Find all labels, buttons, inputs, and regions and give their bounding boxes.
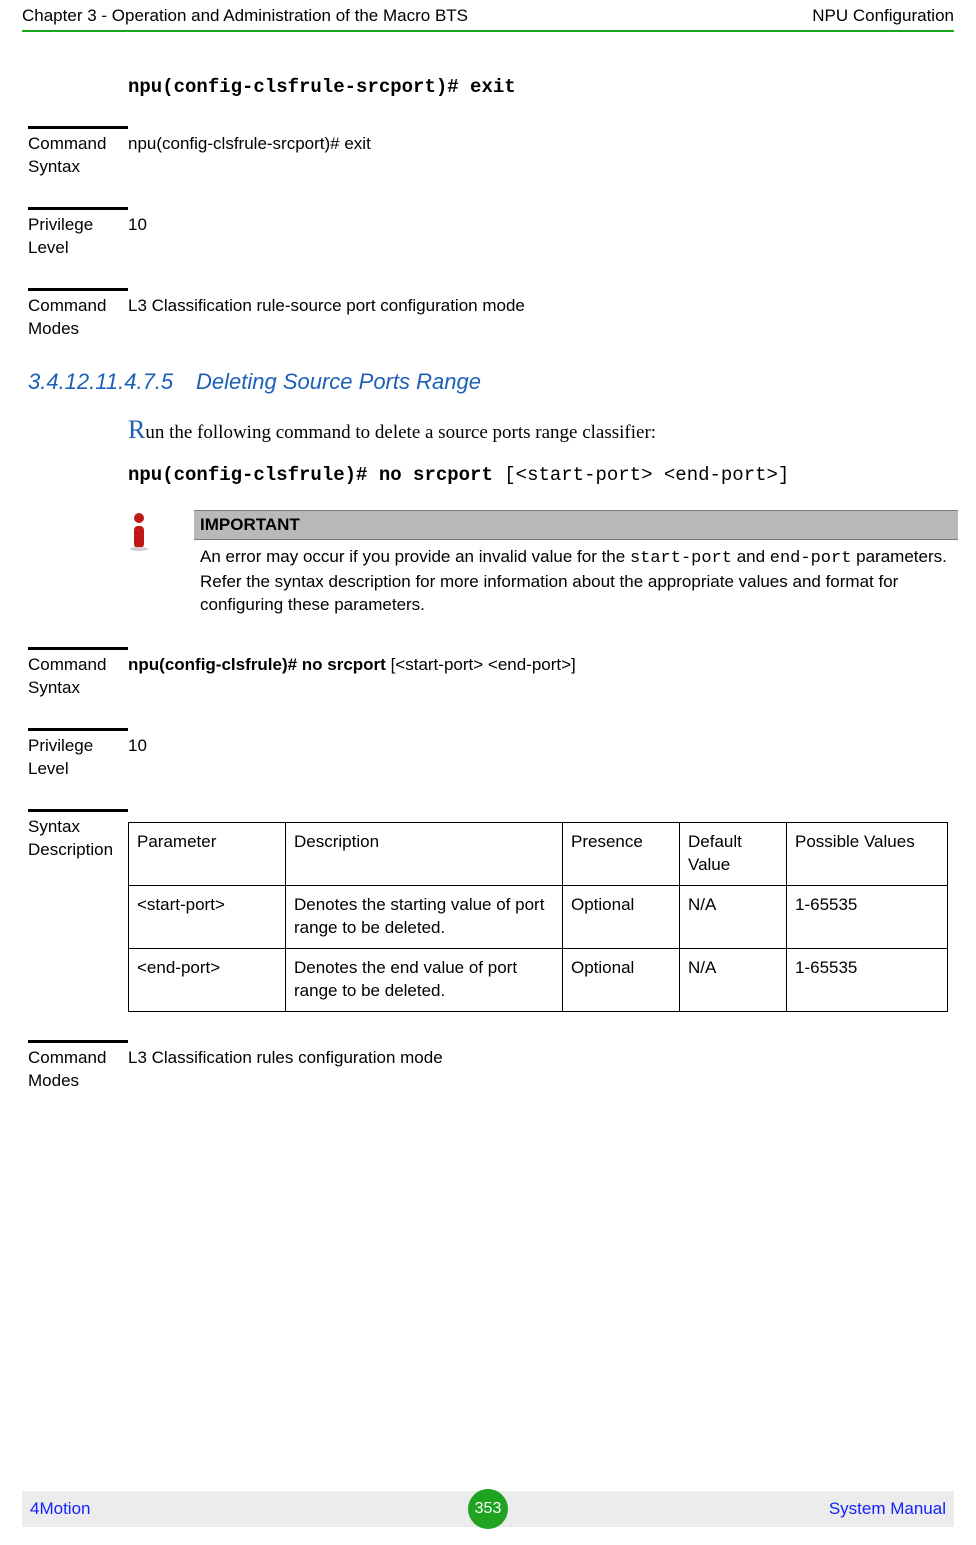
cell-vals: 1-65535 xyxy=(787,885,948,948)
header-left: Chapter 3 - Operation and Administration… xyxy=(22,6,468,26)
callout-mid: and xyxy=(732,547,770,566)
def-modes-1: Command Modes L3 Classification rule-sou… xyxy=(28,288,948,341)
page: Chapter 3 - Operation and Administration… xyxy=(0,0,976,1545)
header-right: NPU Configuration xyxy=(812,6,954,26)
callout-body: IMPORTANT An error may occur if you prov… xyxy=(200,510,948,617)
def-value: npu(config-clsfrule)# no srcport [<start… xyxy=(128,654,948,677)
def-value: 10 xyxy=(128,735,948,758)
def-syntax-description: Syntax Description Parameter Description… xyxy=(28,809,948,1012)
important-callout: IMPORTANT An error may occur if you prov… xyxy=(128,510,948,617)
header-rule xyxy=(22,30,954,32)
code-block-2-wrap: npu(config-clsfrule)# no srcport [<start… xyxy=(128,464,948,486)
def-rule xyxy=(28,126,128,129)
content: npu(config-clsfrule-srcport)# exit Comma… xyxy=(28,60,948,1120)
page-header: Chapter 3 - Operation and Administration… xyxy=(22,6,954,26)
code-bold: npu(config-clsfrule)# no srcport xyxy=(128,464,493,486)
info-icon xyxy=(128,510,158,557)
callout-title: IMPORTANT xyxy=(194,510,958,540)
def-rule xyxy=(28,1040,128,1043)
syntax-bold: npu(config-clsfrule)# no srcport xyxy=(128,655,386,674)
th-presence: Presence xyxy=(563,822,680,885)
cell-pres: Optional xyxy=(563,948,680,1011)
def-privilege-2: Privilege Level 10 xyxy=(28,728,948,781)
syntax-rest: [<start-port> <end-port>] xyxy=(386,655,576,674)
def-rule xyxy=(28,207,128,210)
def-rule xyxy=(28,647,128,650)
def-value: Parameter Description Presence Default V… xyxy=(128,816,948,1012)
def-rule xyxy=(28,288,128,291)
dropcap: R xyxy=(128,415,145,444)
def-value: npu(config-clsfrule-srcport)# exit xyxy=(128,133,948,156)
def-label: Syntax Description xyxy=(28,816,128,862)
def-command-syntax-1: Command Syntax npu(config-clsfrule-srcpo… xyxy=(28,126,948,179)
cell-param: <end-port> xyxy=(129,948,286,1011)
footer-left: 4Motion xyxy=(30,1499,90,1519)
code-block-2: npu(config-clsfrule)# no srcport [<start… xyxy=(128,464,948,486)
table-header-row: Parameter Description Presence Default V… xyxy=(129,822,948,885)
callout-pre: An error may occur if you provide an inv… xyxy=(200,547,630,566)
def-value: 10 xyxy=(128,214,948,237)
def-label: Command Syntax xyxy=(28,654,128,700)
th-possible: Possible Values xyxy=(787,822,948,885)
def-rule xyxy=(28,809,128,812)
page-number-badge: 353 xyxy=(468,1489,508,1529)
code-block-1-wrap: npu(config-clsfrule-srcport)# exit xyxy=(128,76,948,98)
th-parameter: Parameter xyxy=(129,822,286,885)
def-privilege-1: Privilege Level 10 xyxy=(28,207,948,260)
def-modes-2: Command Modes L3 Classification rules co… xyxy=(28,1040,948,1093)
def-label: Privilege Level xyxy=(28,214,128,260)
def-command-syntax-2: Command Syntax npu(config-clsfrule)# no … xyxy=(28,647,948,700)
section-number: 3.4.12.11.4.7.5 xyxy=(28,369,196,395)
cell-desc: Denotes the end value of port range to b… xyxy=(286,948,563,1011)
def-label: Command Modes xyxy=(28,295,128,341)
section-heading: 3.4.12.11.4.7.5 Deleting Source Ports Ra… xyxy=(28,369,948,395)
table-row: <start-port> Denotes the starting value … xyxy=(129,885,948,948)
callout-term-2: end-port xyxy=(770,549,852,568)
code-block-1: npu(config-clsfrule-srcport)# exit xyxy=(128,76,948,98)
cell-param: <start-port> xyxy=(129,885,286,948)
cell-pres: Optional xyxy=(563,885,680,948)
footer-right: System Manual xyxy=(829,1499,946,1519)
def-label: Command Modes xyxy=(28,1047,128,1093)
intro-paragraph: Run the following command to delete a so… xyxy=(128,413,948,447)
cell-def: N/A xyxy=(680,885,787,948)
code-rest: [<start-port> <end-port>] xyxy=(493,464,789,486)
th-description: Description xyxy=(286,822,563,885)
callout-text: An error may occur if you provide an inv… xyxy=(200,546,948,617)
cell-vals: 1-65535 xyxy=(787,948,948,1011)
th-default: Default Value xyxy=(680,822,787,885)
parameter-table: Parameter Description Presence Default V… xyxy=(128,822,948,1012)
section-title: Deleting Source Ports Range xyxy=(196,369,481,395)
def-label: Privilege Level xyxy=(28,735,128,781)
intro-text: un the following command to delete a sou… xyxy=(145,422,656,443)
def-value: L3 Classification rule-source port confi… xyxy=(128,295,948,318)
def-label: Command Syntax xyxy=(28,133,128,179)
cell-def: N/A xyxy=(680,948,787,1011)
callout-term-1: start-port xyxy=(630,549,732,568)
def-rule xyxy=(28,728,128,731)
table-row: <end-port> Denotes the end value of port… xyxy=(129,948,948,1011)
def-value: L3 Classification rules configuration mo… xyxy=(128,1047,948,1070)
cell-desc: Denotes the starting value of port range… xyxy=(286,885,563,948)
